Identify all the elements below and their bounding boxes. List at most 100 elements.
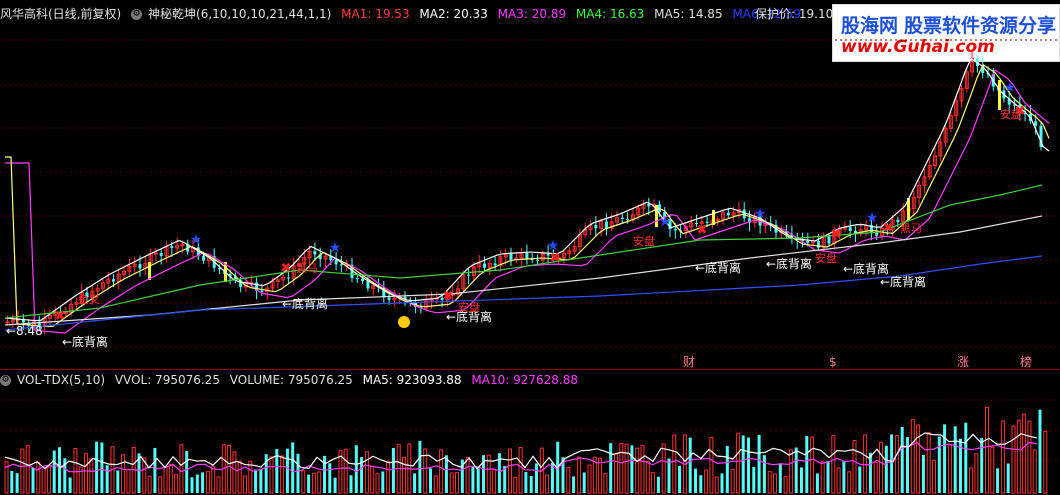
volume-bar [884,445,888,493]
volume-bar [1000,420,1005,494]
candle-body [536,259,539,261]
candle-body [626,218,630,220]
volume-bar [661,443,666,494]
candle-body [387,297,391,300]
volume-bar [100,442,104,493]
volume-bar [852,440,857,494]
cross-icon: ✖ [831,227,842,242]
volume-bar [116,470,120,493]
candle-body [467,274,471,276]
volume-bar [476,468,480,493]
volume-bar [492,468,497,494]
signal-label: 黑马 [900,222,922,235]
volume-bar [699,475,703,493]
volume-bar [391,448,395,493]
volume-bar [333,477,337,493]
volume-bar [285,448,289,493]
volume-bar [863,434,868,494]
volume-bar [630,445,634,493]
volume-bar [508,448,512,494]
volume-bar [890,434,894,493]
volume-bar [783,476,788,494]
volume-bar [545,474,550,494]
candle-body [202,255,206,261]
volume-bar [190,477,194,493]
candle-body [604,221,608,228]
volume-bar [418,440,422,493]
volume-bar [943,424,947,493]
candle-body [361,278,365,281]
volume-bar [1038,409,1042,493]
volume-bar [518,446,523,494]
candle-body [1034,121,1038,126]
volume-bar [678,465,682,493]
volume-value: VOLUME: 795076.25 [229,373,353,387]
volume-bar [985,407,989,494]
volume-bar [587,464,592,494]
volume-bar [179,444,184,494]
volume-bar [847,471,852,494]
star-icon: ★ [1004,80,1017,96]
volume-bar [243,475,247,494]
chart-canvas[interactable]: ★ ★ ★★ ★ ★★✖✖✖✖✖ ✖ ✖✖←底背离←底背离←底背离←底背离 ←底背离 ←底背离←… [0,0,1060,495]
candle-body [594,224,598,229]
volume-bar [1032,449,1037,494]
volume-bar [926,432,931,494]
candle-body [493,263,497,266]
volume-bar [254,469,258,493]
volume-bar [873,461,878,494]
volume-bar [778,463,782,493]
signal-label: 黑马 [296,262,318,275]
volume-bar [25,445,30,494]
volume-bar [741,435,745,493]
cross-icon: ✖ [697,223,708,238]
bottom-divergence-label: ←底背离 [880,274,926,289]
volume-bar [307,474,311,493]
star-icon: ★ [754,206,767,222]
volume-bar [635,447,640,494]
volume-bar [354,445,358,493]
candle-body [620,217,624,219]
gear-icon[interactable]: ⚙ [0,375,11,386]
bottom-divergence-label: ←底背离 [766,256,812,271]
volume-bar [280,455,285,494]
volume-bar [232,451,237,494]
vol-ma10-value: MA10: 927628.88 [471,373,578,387]
candle-body [483,263,486,268]
candle-body [848,227,852,231]
stock-chart-window: { "header": { "stock_name": "风华高科(日线,前复权… [0,0,1060,495]
volume-bar [815,473,819,493]
volume-bar [762,455,766,493]
volume-bar [609,443,613,493]
bottom-divergence-label: ←底背离 [62,334,108,349]
signal-label: 安盘 [633,234,655,248]
volume-bar [767,471,772,494]
volume-bar [413,473,417,493]
volume-bar [449,472,454,494]
volume-bar [158,476,163,494]
event-marker: 涨 [957,354,969,369]
low-price-label: ←8.48 [6,324,43,338]
highlight-candle [148,262,151,280]
candle-body [647,204,651,207]
volume-bar [248,460,253,494]
bottom-divergence-label: ←底背离 [843,261,889,276]
volume-indicator-name[interactable]: VOL-TDX(5,10) [17,373,105,387]
volume-bar [996,468,1000,493]
volume-bar [328,463,332,493]
vvol-value: VVOL: 795076.25 [114,373,220,387]
volume-bar [323,455,326,493]
volume-bar [370,465,375,494]
volume-bar [1043,430,1048,494]
signal-label: 安盘 [815,251,837,265]
event-marker: $ [829,355,837,369]
volume-bar [444,455,448,493]
volume-bar [259,468,263,493]
candle-body [355,278,359,280]
volume-bar [291,442,295,493]
volume-bar [31,467,35,493]
volume-bar [381,471,385,493]
volume-bar [603,473,608,494]
volume-bar [317,471,322,494]
signal-label: 安盘 [1000,107,1022,121]
